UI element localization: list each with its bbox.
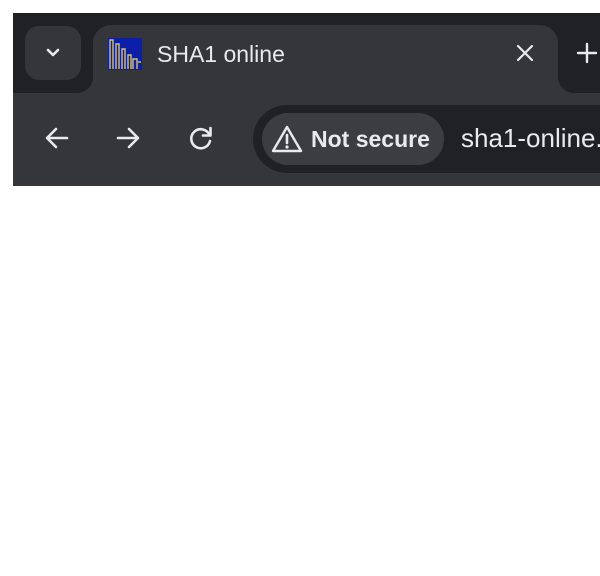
tab-close-button[interactable] [511,39,539,67]
chevron-down-icon [46,48,60,57]
reload-button[interactable] [180,117,222,159]
back-button[interactable] [36,117,78,159]
address-bar[interactable]: Not secure sha1-online.com [253,105,600,173]
tab-active[interactable]: SHA1 online [93,25,558,93]
new-tab-button[interactable] [576,35,600,71]
page-content [0,186,600,576]
search-tabs-button[interactable] [25,26,81,80]
forward-button[interactable] [107,117,149,159]
reload-icon [189,126,212,150]
sha1-online-favicon [108,38,142,70]
toolbar: Not secure sha1-online.com [13,93,600,186]
plus-icon [576,42,598,64]
tab-title: SHA1 online [157,41,285,67]
url-text[interactable]: sha1-online.com [461,123,600,154]
forward-arrow-icon [116,127,140,149]
back-arrow-icon [45,127,69,149]
close-icon [516,44,534,62]
security-indicator[interactable]: Not secure [262,113,444,165]
security-label: Not secure [311,125,430,152]
browser-window: SHA1 online Not secure sha1-online [13,13,600,186]
warning-triangle-icon [271,124,303,154]
tab-strip: SHA1 online [13,13,600,93]
